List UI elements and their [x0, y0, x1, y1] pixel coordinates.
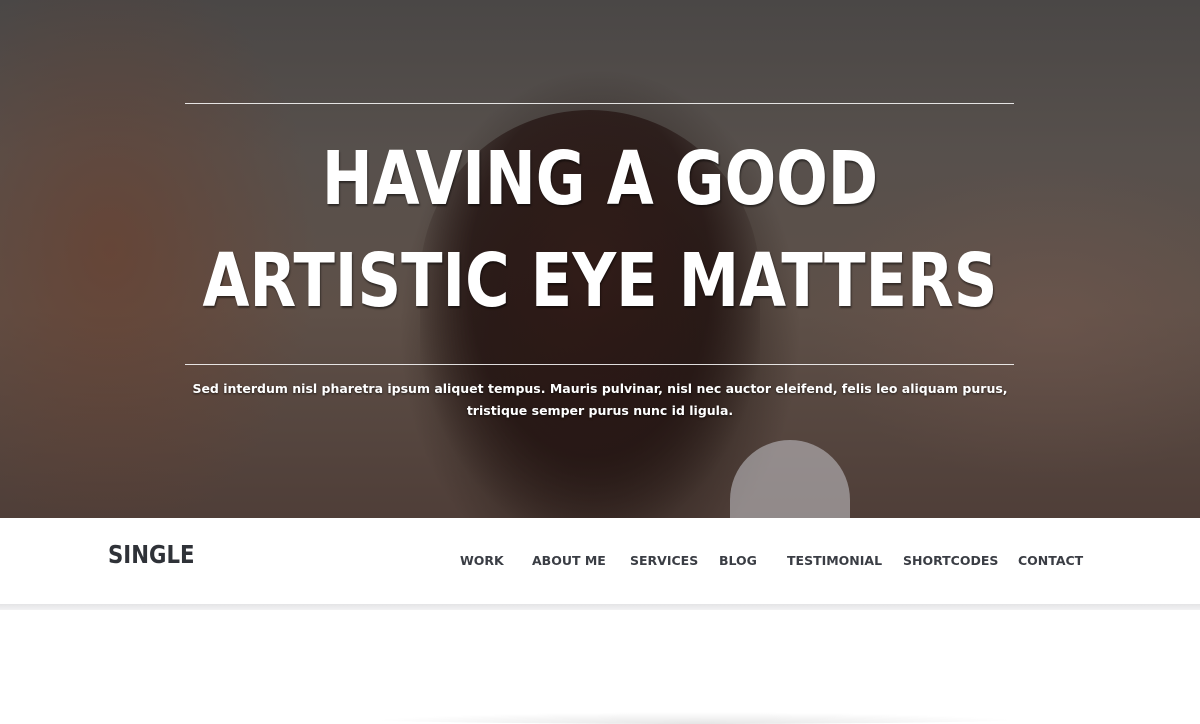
nav-item-shortcodes[interactable]: SHORTCODES: [903, 553, 998, 568]
content-card-shadow: [350, 712, 1040, 724]
hero-title-line-2: ARTISTIC EYE MATTERS: [202, 238, 998, 324]
hero-title: HAVING A GOOD ARTISTIC EYE MATTERS: [108, 128, 1092, 332]
hero-section: HAVING A GOOD ARTISTIC EYE MATTERS Sed i…: [0, 0, 1200, 518]
main-navbar: SINGLE WORK ABOUT ME SERVICES BLOG TESTI…: [0, 518, 1200, 604]
nav-item-work[interactable]: WORK: [460, 553, 504, 568]
hero-bottom-divider: [185, 364, 1014, 365]
nav-item-about-me[interactable]: ABOUT ME: [532, 553, 606, 568]
nav-item-services[interactable]: SERVICES: [630, 553, 698, 568]
nav-item-blog[interactable]: BLOG: [719, 553, 757, 568]
nav-item-contact[interactable]: CONTACT: [1018, 553, 1083, 568]
hero-top-divider: [185, 103, 1014, 104]
nav-item-testimonial[interactable]: TESTIMONIAL: [787, 553, 882, 568]
navbar-bottom-border: [0, 604, 1200, 610]
hero-subtitle: Sed interdum nisl pharetra ipsum aliquet…: [192, 381, 1008, 418]
site-logo[interactable]: SINGLE: [108, 540, 195, 569]
hero-title-line-1: HAVING A GOOD: [321, 136, 879, 222]
